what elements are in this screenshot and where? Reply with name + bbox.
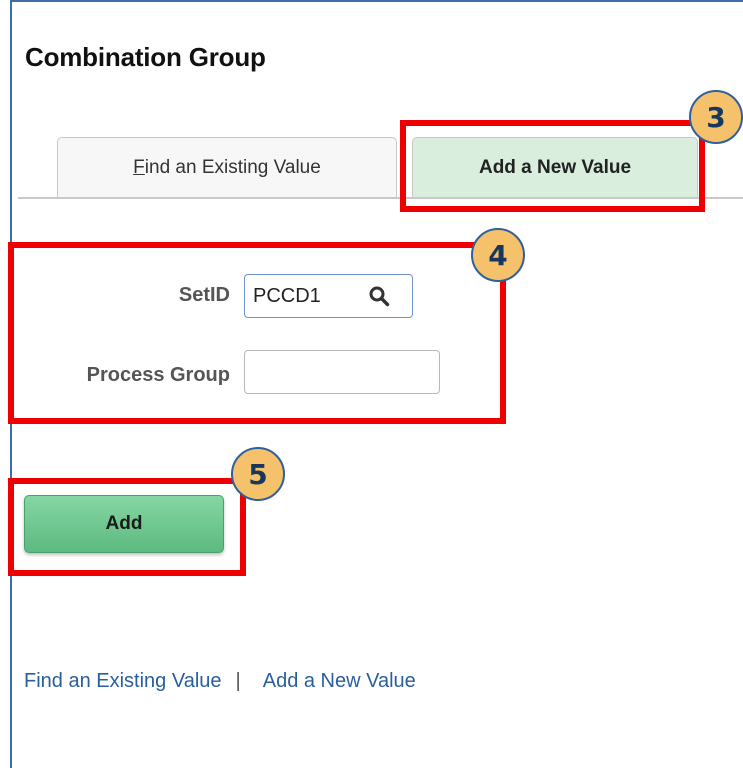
link-separator: | (235, 670, 241, 692)
bottom-links: Find an Existing Value | Add a New Value (24, 670, 416, 693)
step4-highlight (8, 242, 506, 424)
step5-badge: 5 (231, 447, 285, 501)
process-group-label: Process Group (86, 364, 230, 386)
tab-find-label-rest: ind an Existing Value (144, 156, 321, 178)
window-top-border (10, 0, 743, 2)
search-icon[interactable] (368, 285, 390, 307)
tab-find-existing-value[interactable]: Find an Existing Value (57, 137, 397, 197)
tab-find-accesskey: F (133, 156, 145, 178)
add-new-value-link[interactable]: Add a New Value (263, 670, 416, 693)
step3-highlight (400, 120, 705, 212)
process-group-input[interactable] (244, 350, 440, 394)
setid-label: SetID (178, 284, 230, 306)
tab-find-label: Find an Existing Value (133, 157, 321, 179)
page-title: Combination Group (25, 42, 266, 72)
step3-badge: 3 (689, 90, 743, 144)
add-button[interactable]: Add (24, 495, 224, 553)
find-existing-value-link[interactable]: Find an Existing Value (24, 670, 222, 693)
step4-badge: 4 (471, 228, 525, 282)
